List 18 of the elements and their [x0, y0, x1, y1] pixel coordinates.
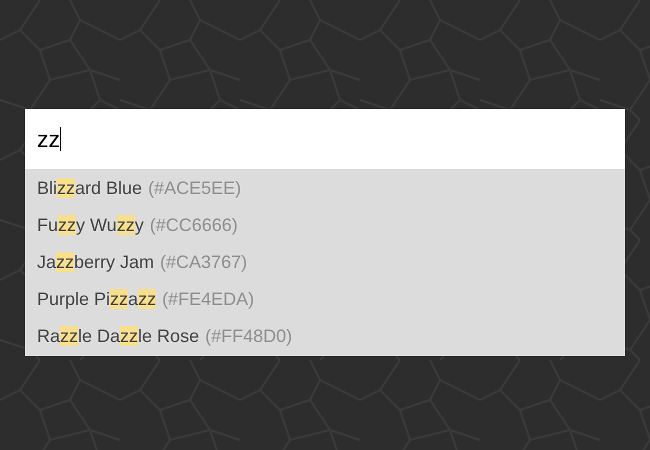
search-value: zz	[37, 128, 60, 150]
color-name: Jazzberry Jam	[37, 251, 154, 274]
color-code: (#ACE5EE)	[148, 177, 242, 200]
suggestion-item[interactable]: Razzle Dazzle Rose (#FF48D0)	[25, 318, 625, 355]
color-code: (#CA3767)	[160, 251, 248, 274]
suggestion-item[interactable]: Jazzberry Jam (#CA3767)	[25, 244, 625, 281]
color-name: Fuzzy Wuzzy	[37, 214, 144, 237]
color-code: (#CC6666)	[150, 214, 238, 237]
color-name: Razzle Dazzle Rose	[37, 325, 200, 348]
suggestion-item[interactable]: Fuzzy Wuzzy (#CC6666)	[25, 207, 625, 244]
color-name: Purple Pizzazz	[37, 288, 156, 311]
search-field[interactable]: zz	[25, 109, 625, 169]
color-code: (#FF48D0)	[205, 325, 292, 348]
suggestion-item[interactable]: Purple Pizzazz (#FE4EDA)	[25, 281, 625, 318]
color-code: (#FE4EDA)	[162, 288, 254, 311]
color-name: Blizzard Blue	[37, 177, 142, 200]
text-cursor-icon	[60, 127, 61, 151]
suggestion-item[interactable]: Blizzard Blue (#ACE5EE)	[25, 170, 625, 207]
